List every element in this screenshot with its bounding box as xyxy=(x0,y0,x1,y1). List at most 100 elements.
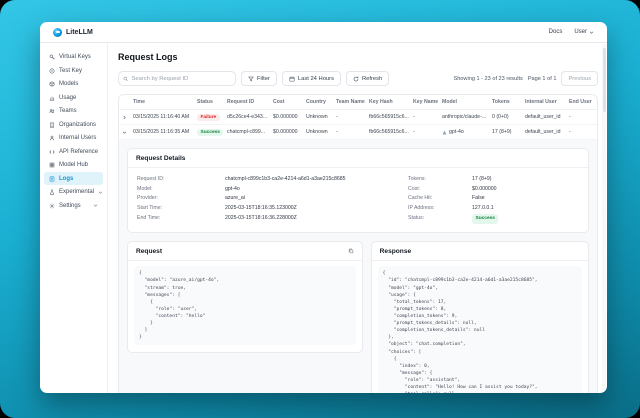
logs-table-card: Time Status Request ID Cost Country Team… xyxy=(118,94,598,393)
cell-internal-user: default_user_id xyxy=(522,125,566,140)
search-input[interactable] xyxy=(132,76,231,82)
field-label: Request ID: xyxy=(137,175,225,185)
time-range-label: Last 24 Hours xyxy=(298,76,334,82)
sidebar-item-model-hub[interactable]: Model Hub xyxy=(44,159,103,172)
field-label: Model: xyxy=(137,185,225,195)
cell-country: Unknown xyxy=(303,125,333,140)
field-label: End Time: xyxy=(137,214,225,224)
sidebar-item-organizations[interactable]: Organizations xyxy=(44,118,103,131)
col-internal-user: Internal User xyxy=(522,95,566,110)
sidebar-item-label: Organizations xyxy=(59,122,96,128)
cell-end-user: - xyxy=(566,110,597,125)
sidebar-item-internal-users[interactable]: Internal Users xyxy=(44,132,103,145)
time-range-button[interactable]: Last 24 Hours xyxy=(282,71,341,86)
litellm-app-window: LiteLLM Docs User Virtual Keys Test Ke xyxy=(40,22,607,393)
cell-end-user: - xyxy=(566,125,597,140)
col-cost: Cost xyxy=(270,95,303,110)
usage-icon xyxy=(49,95,55,101)
top-navbar: LiteLLM Docs User xyxy=(40,22,607,43)
sidebar-item-settings[interactable]: Settings xyxy=(44,199,103,212)
chevron-down-icon xyxy=(589,30,594,35)
col-end-user: End User xyxy=(566,95,597,110)
field-value: 17 (8+9) xyxy=(472,175,579,185)
request-details-card: Request Details Request ID:chatcmpl-c899… xyxy=(127,148,589,233)
col-status: Status xyxy=(194,95,224,110)
search-box[interactable] xyxy=(118,71,236,86)
status-badge: Success xyxy=(472,214,498,225)
cell-time: 03/15/2025 11:16:40 AM xyxy=(130,110,194,125)
col-expander xyxy=(119,95,130,110)
cell-key-name: - xyxy=(410,125,439,140)
cell-key-name: - xyxy=(410,110,439,125)
log-row-failure[interactable]: 03/15/2025 11:16:40 AM Failure d5c26ce4-… xyxy=(119,110,597,125)
status-badge: Failure xyxy=(197,114,220,121)
test-key-icon xyxy=(49,68,55,74)
sidebar-item-teams[interactable]: Teams xyxy=(44,105,103,118)
logs-icon xyxy=(49,176,55,182)
sidebar-item-test-key[interactable]: Test Key xyxy=(44,64,103,77)
search-icon xyxy=(123,76,129,82)
cell-team-name: - xyxy=(333,110,366,125)
docs-link[interactable]: Docs xyxy=(549,29,563,35)
refresh-button[interactable]: Refresh xyxy=(346,71,389,86)
cell-cost: $0.000000 xyxy=(270,110,303,125)
col-key-name: Key Name xyxy=(410,95,439,110)
sidebar-item-logs[interactable]: Logs xyxy=(44,172,103,185)
cell-tokens: 17 (8+9) xyxy=(489,125,522,140)
field-value: azure_ai xyxy=(225,194,408,204)
cell-time: 03/15/2025 11:16:35 AM xyxy=(130,125,194,140)
cell-request-id: d5c26ce4-e343... xyxy=(224,110,270,125)
cell-tokens: 0 (0+0) xyxy=(489,110,522,125)
desktop-background: LiteLLM Docs User Virtual Keys Test Ke xyxy=(0,0,640,418)
experimental-icon xyxy=(49,189,55,195)
sidebar-item-label: Teams xyxy=(59,108,77,114)
col-tokens: Tokens xyxy=(489,95,522,110)
field-value: $0.000000 xyxy=(472,185,579,195)
filter-icon xyxy=(248,76,254,82)
field-value: gpt-4o xyxy=(225,185,408,195)
sidebar-item-usage[interactable]: Usage xyxy=(44,91,103,104)
main-content: Request Logs Filter Last 24 Hours xyxy=(108,43,607,393)
table-header-row: Time Status Request ID Cost Country Team… xyxy=(119,95,597,110)
refresh-icon xyxy=(353,76,359,82)
response-panel-title: Response xyxy=(380,248,412,255)
sidebar-item-label: Internal Users xyxy=(59,135,96,141)
field-label: Tokens: xyxy=(408,175,472,185)
chevron-down-icon[interactable] xyxy=(122,130,127,135)
litellm-logo xyxy=(53,28,62,37)
brand: LiteLLM xyxy=(53,28,93,37)
cell-request-id: chatcmpl-c899... xyxy=(224,125,270,140)
chevron-right-icon[interactable] xyxy=(122,115,127,120)
col-model: Model xyxy=(439,95,489,110)
sidebar-item-label: Logs xyxy=(59,176,73,182)
sidebar-item-label: Usage xyxy=(59,95,76,101)
field-label: Status: xyxy=(408,214,472,225)
status-badge: Success xyxy=(197,129,223,136)
sidebar-item-api-reference[interactable]: API Reference xyxy=(44,145,103,158)
key-icon xyxy=(49,54,55,60)
sidebar-item-models[interactable]: Models xyxy=(44,78,103,91)
response-panel: Response { "id": "chatcmpl-c899c1b3-ca2e… xyxy=(371,241,589,393)
field-value: 2025-03-15T18:16:35.123000Z xyxy=(225,204,408,214)
cell-model: gpt-4o xyxy=(442,129,486,135)
user-menu-label: User xyxy=(574,29,587,35)
sidebar-item-virtual-keys[interactable]: Virtual Keys xyxy=(44,51,103,64)
logs-table: Time Status Request ID Cost Country Team… xyxy=(119,95,597,140)
col-request-id: Request ID xyxy=(224,95,270,110)
col-country: Country xyxy=(303,95,333,110)
user-menu[interactable]: User xyxy=(574,29,594,35)
page-indicator: Page 1 of 1 xyxy=(528,76,557,82)
scrollbar[interactable] xyxy=(602,44,606,392)
brand-name: LiteLLM xyxy=(66,29,93,36)
scrollbar-thumb[interactable] xyxy=(603,48,606,112)
field-value: 2025-03-15T18:16:36.228000Z xyxy=(225,214,408,224)
copy-button[interactable] xyxy=(348,248,354,254)
sidebar-item-label: Settings xyxy=(59,203,81,209)
field-value: 127.0.0.1 xyxy=(472,204,579,214)
filter-button[interactable]: Filter xyxy=(241,71,277,86)
cell-model: anthropic/claude-... xyxy=(439,110,489,125)
log-row-success-expanded[interactable]: 03/15/2025 11:16:35 AM Success chatcmpl-… xyxy=(119,125,597,140)
page-title: Request Logs xyxy=(118,52,598,62)
sidebar-item-experimental[interactable]: Experimental xyxy=(44,186,103,199)
previous-page-button[interactable]: Previous xyxy=(561,71,598,86)
